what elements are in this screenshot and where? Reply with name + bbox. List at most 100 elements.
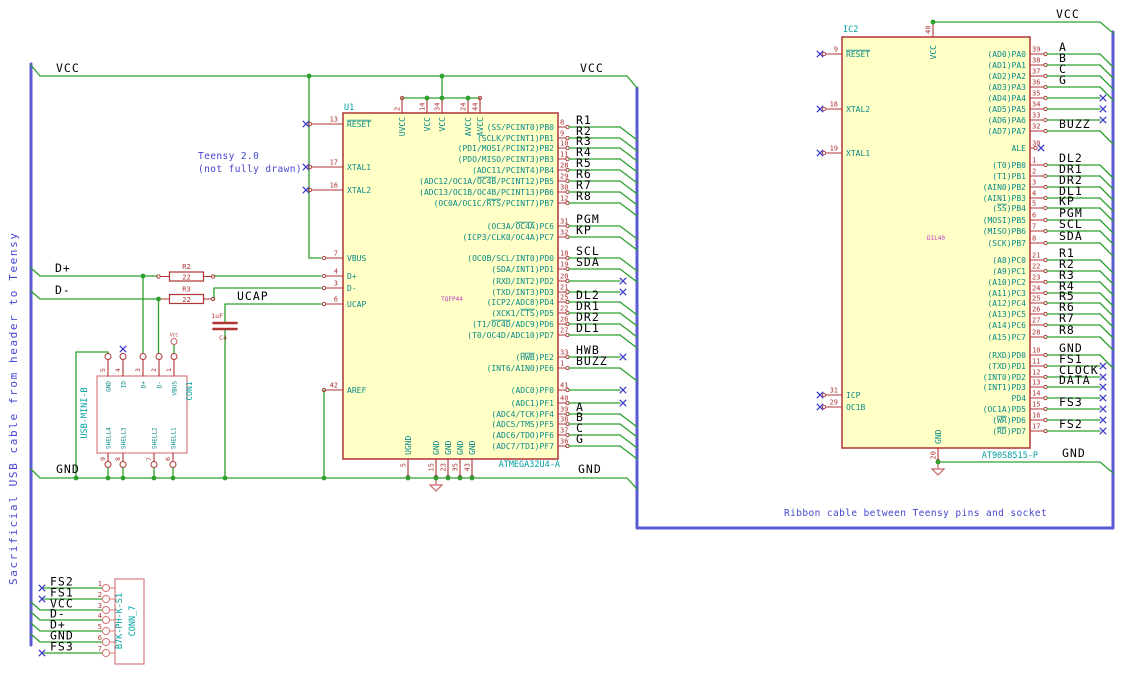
pin-number: 2 (1032, 168, 1036, 176)
pin-number: 5 (98, 623, 102, 631)
bus-entry (619, 180, 638, 195)
pin-number: 32 (560, 229, 568, 237)
pin-number: 10 (560, 140, 568, 148)
pin-name: (SCLK/PCINT1)PB1 (477, 134, 554, 143)
wire (30, 64, 638, 89)
bus-entry (619, 158, 638, 173)
pin-name: AVCC (476, 117, 485, 136)
ic-reference: U1 (344, 103, 354, 113)
pin-name: (OC0B/SCL/INT0)PD0 (467, 254, 554, 263)
pin-number: 8 (114, 457, 122, 461)
wire (30, 267, 158, 277)
junction-dot (433, 475, 439, 481)
wire (30, 611, 104, 621)
pin-number: 5 (99, 368, 107, 372)
net-label-fs2: FS2 (1059, 417, 1083, 431)
pin-name: PD4 (1012, 394, 1027, 403)
pin-number: 11 (1032, 358, 1040, 366)
pin-number: 3 (334, 280, 338, 288)
pin-name: (INT6/AIN0)PE6 (487, 364, 555, 373)
resistor-reference: R3 (182, 286, 190, 294)
no-connect-x (1099, 94, 1107, 102)
pin-name: (AD6)PA6 (987, 116, 1026, 125)
usb-value: USB-MINI-B (80, 387, 90, 438)
pin-name: ALE (1012, 144, 1027, 153)
bus-entry (619, 191, 638, 206)
pin-name: (T1)PB1 (992, 172, 1026, 181)
pin-number: 25 (1032, 295, 1040, 303)
no-connect-x (119, 345, 127, 353)
pin-number: 7 (98, 645, 102, 653)
bus-entry (619, 225, 638, 240)
junction-dot (457, 475, 463, 481)
bus-entry (619, 301, 638, 316)
pin-number: 44 (472, 103, 480, 111)
pin-name: D+ (141, 381, 148, 389)
pin-number: 8 (560, 119, 564, 127)
bus-entry (619, 147, 638, 162)
pin-name: (ADC5/TMS)PF5 (491, 420, 554, 429)
pin-number: 25 (560, 294, 568, 302)
no-connect-x (1099, 383, 1107, 391)
pin-name: UCAP (347, 300, 366, 309)
resistor-reference: R2 (182, 263, 190, 271)
pin-number: 41 (560, 382, 568, 390)
pin-number: 6 (98, 634, 102, 642)
pin-name: (PDI/MOSI/PCINT2)PB2 (458, 144, 555, 153)
pin-name: (RXD)PD0 (987, 351, 1026, 360)
junction-dot (222, 475, 228, 481)
pin-name: (SS/PCINT0)PB0 (487, 123, 555, 132)
pin-number: 2 (98, 591, 102, 599)
junction-dot (465, 95, 471, 101)
pin-number: 21 (560, 284, 568, 292)
pin-name: (A14)PC6 (987, 321, 1026, 330)
gnd-triangle (930, 468, 946, 476)
bus-entry (619, 257, 638, 272)
pin-end-circle (169, 461, 177, 468)
no-connect-x (1099, 427, 1107, 435)
connector-value: B7K-PH-K-S1 (115, 593, 125, 649)
pin-end-circle (821, 150, 827, 156)
ic-u1: U1ATMEGA32U4-ATQFP4413RESET17XTAL116XTAL… (302, 95, 638, 480)
pin-end-circle (119, 461, 127, 468)
vcc-flag-label: VCC (170, 333, 178, 339)
pin-name: (A11)PC3 (987, 289, 1026, 298)
pin-end-circle (101, 648, 111, 658)
pin-number: 2 (394, 107, 402, 111)
bus-entry (619, 126, 638, 141)
pin-name: (T0/OC4D/ADC10)PD7 (467, 331, 554, 340)
pin-name: (AD0)PA0 (987, 50, 1026, 59)
pin-number: 3 (134, 368, 142, 372)
pin-number: 4 (334, 268, 338, 276)
pin-number: 28 (1032, 329, 1040, 337)
pin-name: ID (121, 381, 128, 389)
pin-name: (HWB)PE2 (515, 353, 554, 362)
pin-number: 1 (560, 360, 564, 368)
net-label-gnd: GND (56, 462, 80, 476)
pin-number: 18 (830, 101, 838, 109)
bus-entry (1099, 313, 1114, 328)
vcc-flag: VCC (170, 333, 178, 346)
pin-number: 14 (1032, 390, 1040, 398)
pin-name: (OC1A)PD5 (983, 405, 1027, 414)
pin-name: (MOSI)PB5 (983, 216, 1027, 225)
note-text: (not fully drawn) (198, 164, 302, 175)
bus-entry (619, 202, 638, 217)
pin-name: XTAL1 (347, 163, 371, 172)
pin-number: 34 (1032, 101, 1040, 109)
pin-name: (T0)PB0 (992, 161, 1026, 170)
pin-end-circle (101, 594, 111, 604)
pin-name: GND (432, 440, 441, 455)
pin-number: 4 (98, 612, 102, 620)
pin-number: 35 (452, 463, 460, 471)
pin-name: UGND (404, 436, 413, 455)
pin-number: 17 (1032, 423, 1040, 431)
net-label-sda: SDA (1059, 229, 1083, 243)
no-connect-x (1099, 373, 1107, 381)
pin-number: 13 (1032, 379, 1040, 387)
pin-number: 9 (560, 130, 564, 138)
pin-name: (SS)PB4 (992, 204, 1026, 213)
no-connect-x (619, 288, 627, 296)
pin-number: 29 (560, 173, 568, 181)
note-text: Ribbon cable between Teensy pins and soc… (784, 508, 1047, 519)
